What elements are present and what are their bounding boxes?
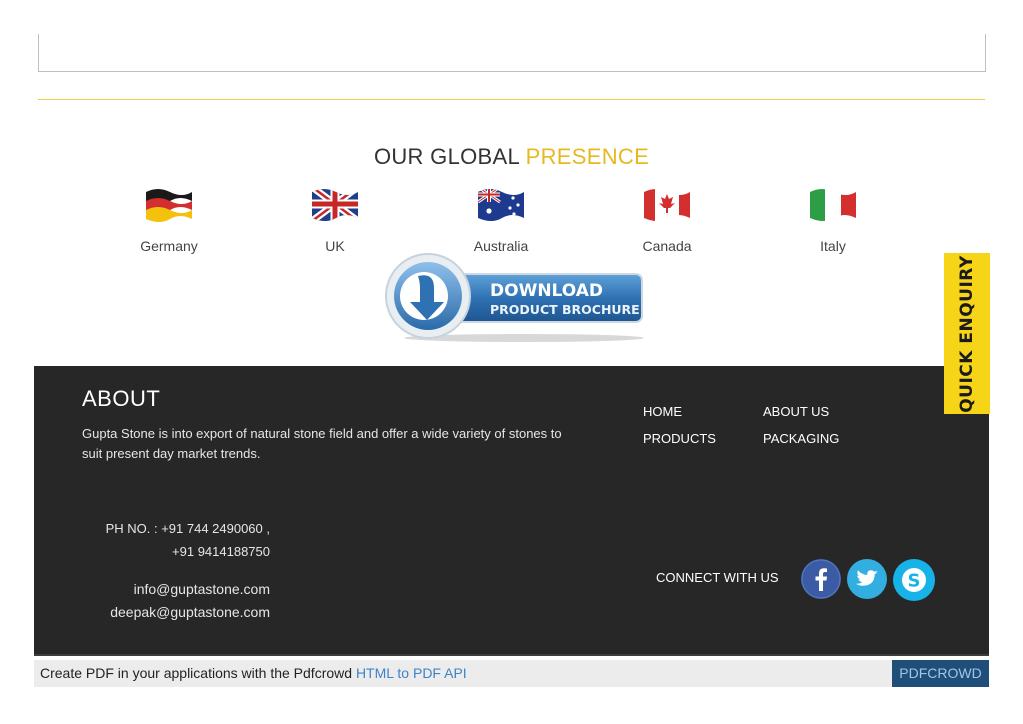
email-info[interactable]: info@guptastone.com <box>134 581 270 597</box>
connect-label: CONNECT WITH US <box>656 570 779 585</box>
download-line1: DOWNLOAD <box>490 281 603 301</box>
country-name: Germany <box>140 238 198 254</box>
footer-nav-products[interactable]: PRODUCTS <box>643 431 716 446</box>
footer-nav-about-us[interactable]: ABOUT US <box>763 404 829 419</box>
country-name: UK <box>325 238 345 254</box>
italy-flag-icon <box>810 189 856 221</box>
heading-accent: PRESENCE <box>525 144 650 169</box>
pdfcrowd-text: Create PDF in your applications with the… <box>40 665 467 681</box>
quick-enquiry-tab[interactable]: QUICK ENQUIRY <box>944 253 990 414</box>
content-box-bottom-edge <box>38 34 986 72</box>
download-brochure-button[interactable]: DOWNLOAD PRODUCT BROCHURE <box>384 252 649 344</box>
canada-flag-icon <box>644 189 690 221</box>
uk-flag-icon <box>312 189 358 221</box>
skype-icon[interactable]: S <box>893 559 935 601</box>
country-germany: Germany <box>109 184 229 254</box>
country-canada: Canada <box>607 184 727 254</box>
svg-text:S: S <box>908 571 921 592</box>
footer-nav-packaging[interactable]: PACKAGING <box>763 431 839 446</box>
about-heading: ABOUT <box>82 386 161 411</box>
twitter-icon[interactable] <box>847 559 887 599</box>
footer-nav-home[interactable]: HOME <box>643 404 682 419</box>
footer-bottom-strip <box>34 654 989 656</box>
email-deepak[interactable]: deepak@guptastone.com <box>110 604 270 620</box>
germany-flag-icon <box>146 189 192 222</box>
pdfcrowd-api-link[interactable]: HTML to PDF API <box>356 665 467 681</box>
section-divider <box>38 99 985 100</box>
pdfcrowd-message: Create PDF in your applications with the… <box>40 665 353 681</box>
phone-line-2: +91 9414188750 <box>172 544 270 559</box>
australia-flag-icon <box>478 189 524 221</box>
pdfcrowd-badge[interactable]: PDFCROWD <box>892 660 989 687</box>
country-name: Italy <box>820 238 846 254</box>
country-uk: UK <box>275 184 395 254</box>
global-presence-heading: OUR GLOBAL PRESENCE <box>0 144 1023 170</box>
heading-main: OUR GLOBAL <box>373 144 520 169</box>
quick-enquiry-label: QUICK ENQUIRY <box>957 254 977 413</box>
phone-line-1: PH NO. : +91 744 2490060 , <box>105 521 270 536</box>
facebook-icon[interactable] <box>801 559 841 599</box>
about-text: Gupta Stone is into export of natural st… <box>82 426 562 461</box>
country-australia: Australia <box>441 184 561 254</box>
download-line2: PRODUCT BROCHURE <box>490 302 640 317</box>
country-italy: Italy <box>773 184 893 254</box>
